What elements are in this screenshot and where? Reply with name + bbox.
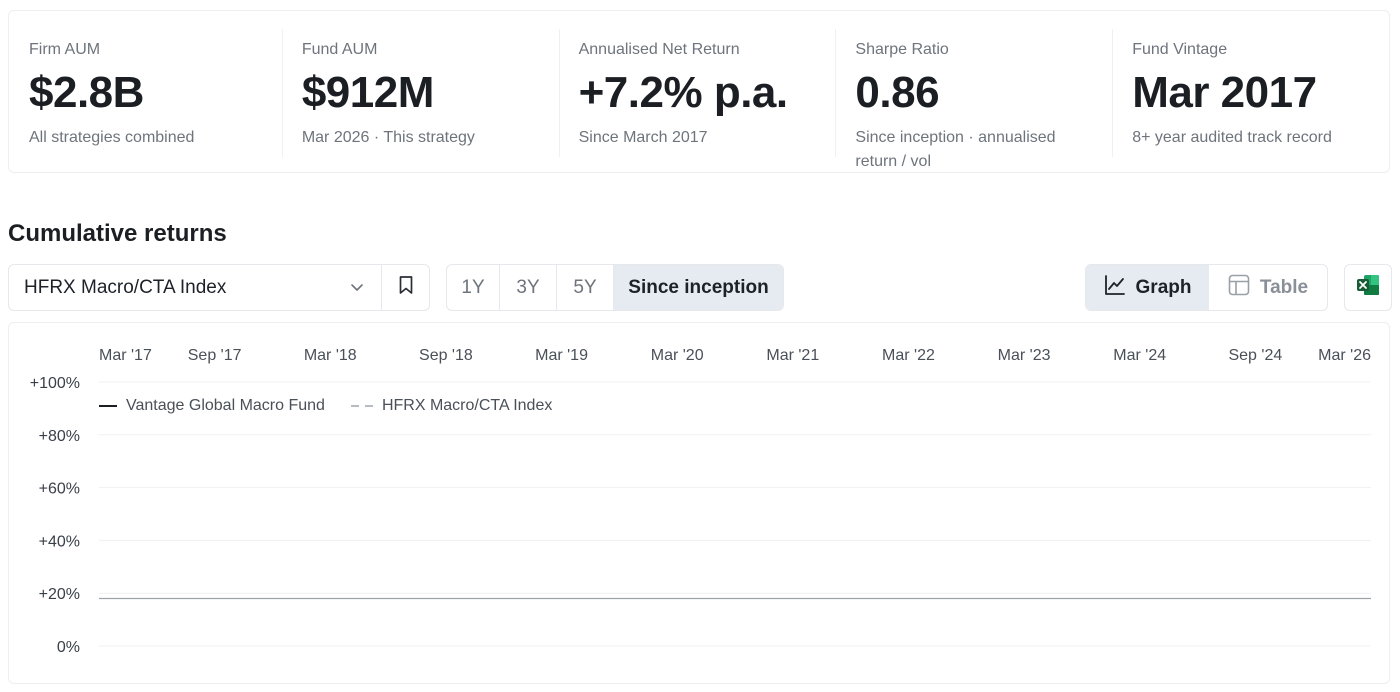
x-tick-label: Mar '19 <box>535 347 588 364</box>
stat-label: Sharpe Ratio <box>855 41 949 58</box>
stat-label: Fund Vintage <box>1132 41 1228 58</box>
y-tick-label: +80% <box>39 428 80 445</box>
legend-label-fund: Vantage Global Macro Fund <box>126 397 325 414</box>
benchmark-select[interactable]: HFRX Macro/CTA Index <box>8 264 430 311</box>
stat-sub: Since inception · annualised return / vo… <box>855 129 1056 170</box>
x-tick-label: Sep '18 <box>419 347 473 364</box>
legend-swatch-solid <box>99 405 117 407</box>
range-since-inception-button[interactable]: Since inception <box>614 265 783 310</box>
y-tick-label: +100% <box>30 375 80 392</box>
stats-card: Firm AUM $2.8B All strategies combined F… <box>8 10 1390 173</box>
legend-item-fund[interactable]: Vantage Global Macro Fund <box>99 397 325 415</box>
y-tick-label: +40% <box>39 533 80 550</box>
stat-sub: All strategies combined <box>29 129 195 146</box>
stat-value: 0.86 <box>855 68 940 117</box>
x-tick-label: Mar '26 <box>1318 347 1371 364</box>
x-tick-label: Sep '24 <box>1228 347 1282 364</box>
view-toggle: Graph Table <box>1085 264 1328 311</box>
stat-fund-vintage: Fund Vintage Mar 2017 8+ year audited tr… <box>1112 11 1389 172</box>
range-3y-button[interactable]: 3Y <box>500 265 557 310</box>
cumulative-returns-chart: Mar '17 Sep '17 Mar '18 Sep '18 Mar '19 Mar '… <box>8 322 1390 684</box>
stat-sharpe-ratio: Sharpe Ratio 0.86 Since inception · annu… <box>835 11 1112 172</box>
chart-legend: Vantage Global Macro Fund HFRX Macro/CTA… <box>99 397 578 415</box>
stat-sub: Mar 2026 · This strategy <box>301 129 475 146</box>
y-tick-label: 0% <box>57 639 80 656</box>
legend-item-index[interactable]: HFRX Macro/CTA Index <box>350 397 553 415</box>
graph-view-button[interactable]: Graph <box>1086 265 1209 310</box>
stat-value: Mar 2017 <box>1132 68 1317 117</box>
x-tick-label: Mar '21 <box>766 347 819 364</box>
table-icon <box>1228 274 1250 302</box>
range-1y-button[interactable]: 1Y <box>447 265 500 310</box>
excel-export-button[interactable] <box>1344 264 1392 311</box>
chart-canvas: Mar '17 Sep '17 Mar '18 Sep '18 Mar '19 Mar '… <box>30 347 1371 656</box>
benchmark-select-value[interactable]: HFRX Macro/CTA Index <box>9 265 382 310</box>
x-tick-label: Mar '20 <box>651 347 704 364</box>
benchmark-select-label: HFRX Macro/CTA Index <box>24 276 227 298</box>
stat-label: Fund AUM <box>301 41 378 58</box>
x-tick-label: Mar '17 <box>99 347 152 364</box>
graph-view-label: Graph <box>1135 276 1192 298</box>
x-tick-label: Mar '18 <box>304 347 357 364</box>
stat-value: +7.2% p.a. <box>578 68 789 117</box>
y-tick-label: +60% <box>39 481 80 498</box>
chevron-down-icon[interactable] <box>349 279 365 301</box>
x-tick-label: Mar '22 <box>882 347 935 364</box>
y-tick-label: +20% <box>39 586 80 603</box>
stat-fund-aum: Fund AUM $912M Mar 2026 · This strategy <box>281 11 559 172</box>
stat-value: $912M <box>301 68 435 117</box>
table-view-label: Table <box>1259 276 1309 298</box>
stat-annualised-return: Annualised Net Return +7.2% p.a. Since M… <box>558 11 836 172</box>
stat-sub: Since March 2017 <box>578 129 708 146</box>
bookmark-button[interactable] <box>382 265 429 310</box>
legend-label-index: HFRX Macro/CTA Index <box>381 397 553 414</box>
range-5y-button[interactable]: 5Y <box>557 265 614 310</box>
range-selector: 1Y 3Y 5Y Since inception <box>446 264 784 311</box>
stat-label: Firm AUM <box>29 41 101 58</box>
line-chart-icon <box>1104 274 1126 302</box>
table-view-button[interactable]: Table <box>1209 265 1327 310</box>
x-tick-label: Sep '17 <box>188 347 242 364</box>
stat-firm-aum: Firm AUM $2.8B All strategies combined <box>9 11 282 172</box>
section-title: Cumulative returns <box>8 220 227 247</box>
x-tick-label: Mar '23 <box>998 347 1051 364</box>
bookmark-icon <box>397 275 415 300</box>
x-tick-label: Mar '24 <box>1113 347 1166 364</box>
stat-label: Annualised Net Return <box>578 41 740 58</box>
excel-icon <box>1356 274 1380 301</box>
stat-sub: 8+ year audited track record <box>1132 129 1332 146</box>
stat-value: $2.8B <box>29 68 144 117</box>
legend-swatch-dashed <box>350 405 375 407</box>
